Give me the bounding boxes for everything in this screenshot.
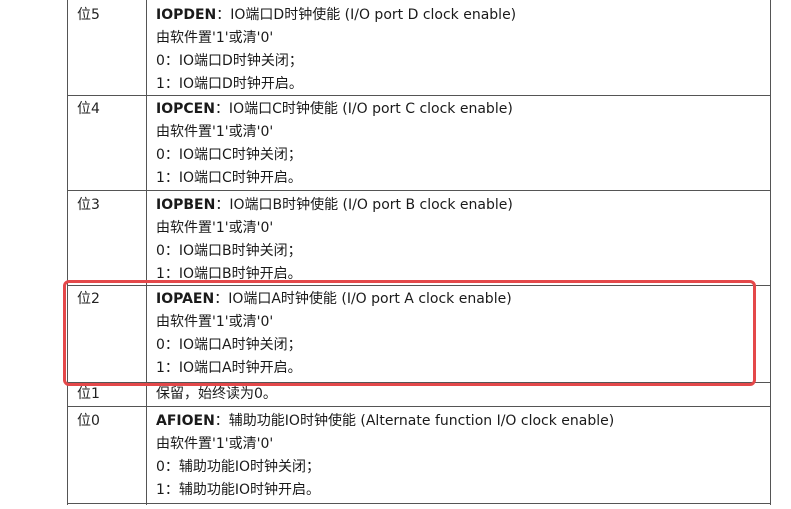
field-value-0-line: 0：IO端口D时钟关闭； xyxy=(156,53,303,69)
register-bit-table: 位5 IOPDEN：IO端口D时钟使能 (I/O port D clock en… xyxy=(67,0,771,505)
field-title-line: AFIOEN：辅助功能IO时钟使能 (Alternate function I/… xyxy=(156,412,756,435)
bit-label: 位1 xyxy=(77,386,100,402)
field-title: ：辅助功能IO时钟使能 (Alternate function I/O cloc… xyxy=(214,413,615,429)
bit-label: 位0 xyxy=(77,413,100,429)
field-access-line: 由软件置'1'或清'0' xyxy=(156,220,274,236)
field-value-1-line: 1：IO端口D时钟开启。 xyxy=(156,76,303,92)
field-title: ：IO端口C时钟使能 (I/O port C clock enable) xyxy=(214,101,513,117)
field-value-0-line: 0：辅助功能IO时钟关闭； xyxy=(156,459,321,475)
field-access-line: 由软件置'1'或清'0' xyxy=(156,30,274,46)
field-description: IOPDEN：IO端口D时钟使能 (I/O port D clock enabl… xyxy=(156,6,756,98)
field-value-0-line: 0：IO端口C时钟关闭； xyxy=(156,147,302,163)
table-bottom-border xyxy=(67,503,771,504)
field-name: IOPDEN xyxy=(156,7,217,23)
field-name: IOPBEN xyxy=(156,197,216,213)
field-description: 保留，始终读为0。 xyxy=(156,385,756,403)
row-divider xyxy=(67,406,771,407)
field-access-line: 由软件置'1'或清'0' xyxy=(156,124,274,140)
column-divider xyxy=(146,0,147,505)
field-name: IOPCEN xyxy=(156,101,215,117)
bit-label: 位3 xyxy=(77,197,100,213)
field-title-line: IOPDEN：IO端口D时钟使能 (I/O port D clock enabl… xyxy=(156,6,756,29)
field-title-line: IOPBEN：IO端口B时钟使能 (I/O port B clock enabl… xyxy=(156,196,756,219)
highlight-box xyxy=(63,280,756,386)
field-value-0-line: 0：IO端口B时钟关闭； xyxy=(156,243,302,259)
field-title: ：IO端口D时钟使能 (I/O port D clock enable) xyxy=(216,7,517,23)
field-title: ：IO端口B时钟使能 (I/O port B clock enable) xyxy=(215,197,513,213)
field-value-1-line: 1：辅助功能IO时钟开启。 xyxy=(156,482,321,498)
table-left-border xyxy=(67,0,68,505)
field-description: IOPCEN：IO端口C时钟使能 (I/O port C clock enabl… xyxy=(156,100,756,192)
field-access-line: 由软件置'1'或清'0' xyxy=(156,436,274,452)
bit-label: 位5 xyxy=(77,7,100,23)
field-name: AFIOEN xyxy=(156,413,215,429)
field-value-1-line: 1：IO端口C时钟开启。 xyxy=(156,170,302,186)
field-title-line: IOPCEN：IO端口C时钟使能 (I/O port C clock enabl… xyxy=(156,100,756,123)
reserved-text: 保留，始终读为0。 xyxy=(156,386,277,402)
table-right-border xyxy=(770,0,771,505)
bit-label: 位4 xyxy=(77,101,100,117)
field-description: IOPBEN：IO端口B时钟使能 (I/O port B clock enabl… xyxy=(156,196,756,283)
field-description: AFIOEN：辅助功能IO时钟使能 (Alternate function I/… xyxy=(156,412,756,499)
